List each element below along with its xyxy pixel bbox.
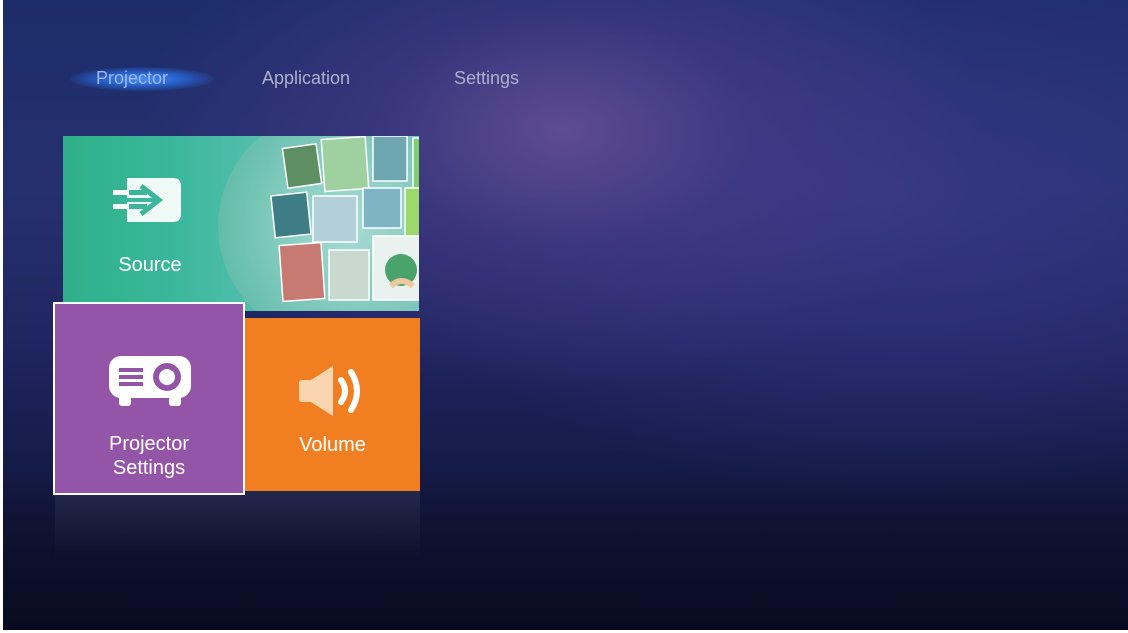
tab-application[interactable]: Application: [262, 62, 350, 94]
launcher-screen: Projector Application Settings Source Pr…: [0, 0, 1128, 633]
projector-icon: [109, 356, 191, 406]
volume-tile[interactable]: Volume: [245, 318, 420, 491]
source-input-icon: [113, 178, 181, 222]
media-collage-image: [218, 136, 419, 311]
speaker-volume-icon: [299, 366, 360, 416]
projector-settings-label-line1: Projector: [108, 433, 190, 455]
tab-projector[interactable]: Projector: [96, 62, 168, 94]
volume-label: Volume: [299, 434, 366, 456]
source-tile[interactable]: Source: [63, 136, 419, 311]
tile-reflection: [55, 491, 245, 561]
projector-settings-label: Projector Settings: [55, 432, 243, 480]
tab-settings[interactable]: Settings: [454, 62, 519, 94]
projector-settings-label-line2: Settings: [112, 457, 186, 479]
source-label: Source: [118, 254, 182, 276]
tile-reflection: [245, 491, 420, 561]
projector-settings-tile[interactable]: Projector Settings: [53, 302, 245, 495]
